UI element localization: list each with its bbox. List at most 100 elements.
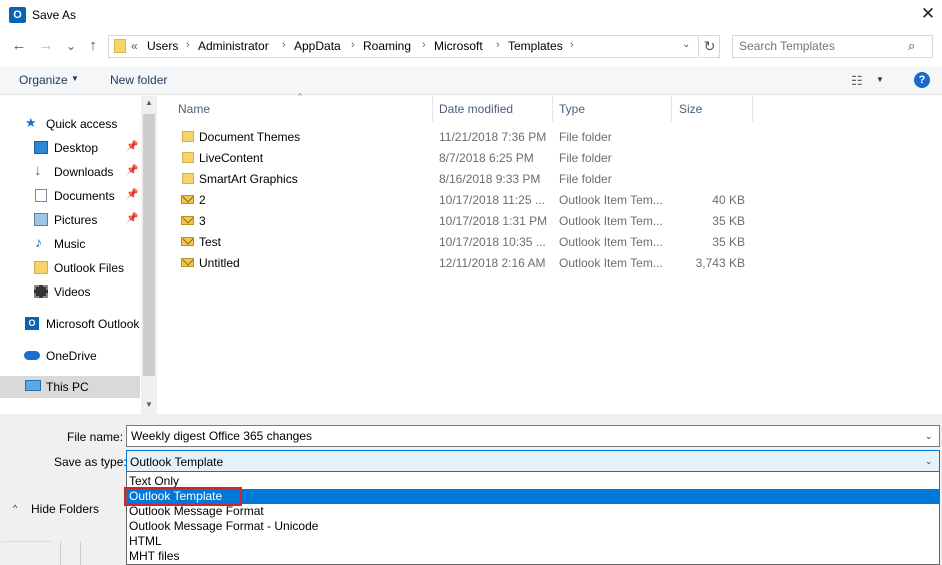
file-name: Untitled	[199, 256, 240, 270]
view-options-icon[interactable]: ☷	[851, 73, 863, 89]
file-row[interactable]: Untitled 12/11/2018 2:16 AM Outlook Item…	[173, 253, 753, 274]
chevron-down-icon[interactable]: ⌄	[925, 431, 933, 442]
nav-item-label: Desktop	[54, 141, 99, 155]
file-name: 3	[199, 214, 206, 228]
breadcrumb-separator[interactable]: ›	[422, 39, 426, 51]
music-icon: ♪	[35, 234, 42, 250]
forward-button[interactable]: →	[37, 36, 55, 56]
file-row[interactable]: 2 10/17/2018 11:25 ... Outlook Item Tem.…	[173, 190, 753, 211]
outlook-icon: O	[25, 317, 39, 330]
file-type: Outlook Item Tem...	[559, 214, 663, 228]
scroll-down-icon[interactable]: ▼	[141, 400, 157, 409]
nav-item-microsoft-outlook[interactable]: O Microsoft Outlook	[0, 313, 140, 335]
file-row[interactable]: LiveContent 8/7/2018 6:25 PM File folder	[173, 148, 753, 169]
nav-item-desktop[interactable]: Desktop 📌	[0, 137, 140, 159]
file-name-input[interactable]	[131, 429, 911, 443]
breadcrumb-appdata[interactable]: AppData	[294, 39, 341, 53]
breadcrumb-separator[interactable]: ›	[351, 39, 355, 51]
nav-item-quick-access[interactable]: ★ Quick access	[0, 113, 140, 135]
nav-item-label: OneDrive	[46, 349, 97, 363]
organize-button[interactable]: Organize	[19, 73, 68, 87]
address-dropdown-icon[interactable]: ⌄	[682, 39, 690, 50]
nav-item-label: This PC	[46, 380, 89, 394]
nav-item-music[interactable]: ♪ Music	[0, 233, 140, 255]
recent-locations-button[interactable]: ⌄	[62, 36, 80, 56]
file-row[interactable]: SmartArt Graphics 8/16/2018 9:33 PM File…	[173, 169, 753, 190]
breadcrumb-templates[interactable]: Templates	[508, 39, 563, 53]
nav-item-this-pc[interactable]: This PC	[0, 376, 140, 398]
nav-item-label: Documents	[54, 189, 115, 203]
nav-item-videos[interactable]: Videos	[0, 281, 140, 303]
nav-item-label: Videos	[54, 285, 91, 299]
chevron-up-icon[interactable]: ^	[13, 503, 17, 513]
help-button[interactable]: ?	[914, 72, 930, 88]
column-divider[interactable]	[671, 96, 672, 122]
column-header-size[interactable]: Size	[679, 102, 702, 116]
chevron-down-icon[interactable]: ▼	[876, 75, 884, 84]
breadcrumb-administrator[interactable]: Administrator	[198, 39, 269, 53]
search-icon[interactable]: ⌕	[908, 38, 915, 54]
nav-item-onedrive[interactable]: OneDrive	[0, 345, 140, 367]
save-as-type-value[interactable]: Outlook Template	[130, 455, 223, 469]
nav-item-downloads[interactable]: ↓ Downloads 📌	[0, 161, 140, 183]
column-header-name[interactable]: Name	[178, 102, 210, 116]
nav-item-pictures[interactable]: Pictures 📌	[0, 209, 140, 231]
pin-icon[interactable]: 📌	[126, 213, 138, 224]
breadcrumb-overflow[interactable]: «	[131, 39, 138, 53]
column-divider[interactable]	[752, 96, 753, 122]
column-divider[interactable]	[432, 96, 433, 122]
nav-item-label: Pictures	[54, 213, 98, 227]
refresh-button[interactable]: ↻	[700, 35, 720, 58]
hide-folders-button[interactable]: Hide Folders	[31, 502, 99, 516]
column-header-date[interactable]: Date modified	[439, 102, 513, 116]
scrollbar-thumb[interactable]	[143, 114, 155, 376]
option-outlook-message-format-unicode[interactable]: Outlook Message Format - Unicode	[127, 519, 939, 534]
pin-icon[interactable]: 📌	[126, 189, 138, 200]
pin-icon[interactable]: 📌	[126, 165, 138, 176]
download-icon: ↓	[34, 162, 42, 179]
nav-item-label: Downloads	[54, 165, 114, 179]
search-input[interactable]	[739, 39, 909, 53]
new-folder-button[interactable]: New folder	[110, 73, 167, 87]
divider	[60, 541, 61, 565]
breadcrumb-separator[interactable]: ›	[496, 39, 500, 51]
column-header-type[interactable]: Type	[559, 102, 585, 116]
pin-icon[interactable]: 📌	[126, 141, 138, 152]
column-divider[interactable]	[552, 96, 553, 122]
close-button[interactable]: ✕	[918, 4, 938, 24]
file-row[interactable]: 3 10/17/2018 1:31 PM Outlook Item Tem...…	[173, 211, 753, 232]
file-date: 10/17/2018 1:31 PM	[439, 214, 548, 228]
breadcrumb-users[interactable]: Users	[147, 39, 178, 53]
this-pc-icon	[25, 380, 41, 391]
option-outlook-message-format[interactable]: Outlook Message Format	[127, 504, 939, 519]
file-name: Test	[199, 235, 222, 249]
save-as-type-select[interactable]	[126, 450, 940, 472]
option-html[interactable]: HTML	[127, 534, 939, 549]
up-button[interactable]: ↑	[84, 36, 102, 56]
chevron-down-icon[interactable]: ▼	[71, 74, 79, 83]
breadcrumb-separator[interactable]: ›	[282, 39, 286, 51]
nav-item-documents[interactable]: Documents 📌	[0, 185, 140, 207]
file-row[interactable]: Test 10/17/2018 10:35 ... Outlook Item T…	[173, 232, 753, 253]
search-box[interactable]	[732, 35, 933, 58]
folder-icon	[182, 131, 194, 142]
option-text-only[interactable]: Text Only	[127, 474, 939, 489]
folder-icon	[182, 173, 194, 184]
option-outlook-template[interactable]: Outlook Template	[127, 489, 939, 504]
file-type: Outlook Item Tem...	[559, 256, 663, 270]
breadcrumb-microsoft[interactable]: Microsoft	[434, 39, 483, 53]
file-row[interactable]: Document Themes 11/21/2018 7:36 PM File …	[173, 127, 753, 148]
chevron-down-icon[interactable]: ⌄	[925, 456, 933, 467]
file-name-combobox[interactable]	[126, 425, 940, 447]
scroll-up-icon[interactable]: ▲	[141, 98, 157, 107]
file-name-label: File name:	[67, 430, 124, 444]
breadcrumb-separator[interactable]: ›	[186, 39, 190, 51]
breadcrumb-separator[interactable]: ›	[570, 39, 574, 51]
back-button[interactable]: ←	[10, 36, 28, 56]
nav-item-outlook-files[interactable]: Outlook Files	[0, 257, 140, 279]
desktop-icon	[34, 141, 48, 154]
file-size: 35 KB	[712, 235, 745, 249]
option-mht-files[interactable]: MHT files	[127, 549, 939, 564]
folder-icon	[182, 152, 194, 163]
breadcrumb-roaming[interactable]: Roaming	[363, 39, 411, 53]
